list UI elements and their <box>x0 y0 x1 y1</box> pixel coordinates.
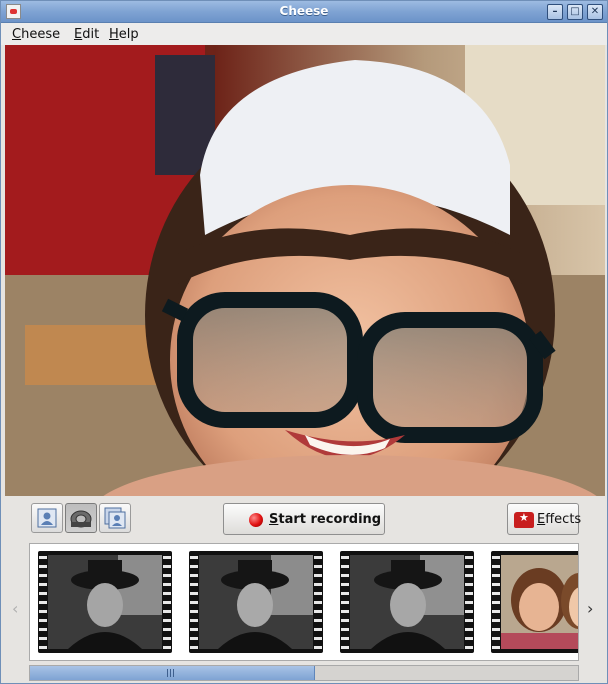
menu-cheese-mnemonic: C <box>12 27 22 42</box>
cheese-window: Cheese – □ ✕ Cheese Edit Help Start reco… <box>0 0 608 684</box>
close-icon: ✕ <box>590 6 600 17</box>
burst-photo-icon <box>104 507 126 529</box>
thumbnail-item[interactable] <box>38 551 172 653</box>
film-reel-icon <box>70 510 92 528</box>
film-perforation-left <box>39 553 47 651</box>
video-mode-button[interactable] <box>65 503 97 533</box>
close-button[interactable]: ✕ <box>587 4 603 20</box>
film-perforation-left <box>190 553 198 651</box>
menu-help[interactable]: Help <box>109 27 139 42</box>
menu-edit-mnemonic: E <box>74 27 83 42</box>
maximize-button[interactable]: □ <box>567 4 583 20</box>
thumbnail-image <box>199 555 313 649</box>
menu-help-rest: elp <box>118 27 139 42</box>
minimize-button[interactable]: – <box>547 4 563 20</box>
menu-help-mnemonic: H <box>109 27 119 42</box>
record-icon <box>249 513 263 527</box>
photo-icon <box>37 508 57 528</box>
burst-mode-button[interactable] <box>99 503 131 533</box>
filmstrip-scrollbar[interactable] <box>29 665 579 681</box>
glasses-right-lens <box>357 312 543 443</box>
thumbnail-image <box>350 555 464 649</box>
glasses-left-lens <box>177 292 363 428</box>
webcam-viewport <box>5 45 605 496</box>
wooden-step <box>25 325 165 385</box>
film-perforation-right <box>163 553 171 651</box>
menu-cheese-rest: heese <box>21 27 61 42</box>
film-perforation-right <box>465 553 473 651</box>
chevron-left-icon[interactable]: ‹ <box>12 599 18 618</box>
thumbnail-item[interactable] <box>189 551 323 653</box>
scroll-grip-icon <box>167 669 176 677</box>
chevron-right-icon[interactable]: › <box>587 599 593 618</box>
start-recording-label: Start recording <box>269 512 382 527</box>
menu-edit[interactable]: Edit <box>74 27 99 42</box>
thumbnail-filmstrip[interactable] <box>29 543 579 661</box>
film-perforation-right <box>314 553 322 651</box>
mnemonic-letter: S <box>269 512 279 527</box>
thumbnail-item[interactable] <box>491 551 578 653</box>
film-perforation-left <box>492 553 500 651</box>
effects-label: Effects <box>537 512 582 527</box>
minimize-icon: – <box>552 6 558 17</box>
thumbnail-image <box>48 555 162 649</box>
filmstrip-scrollbar-thumb[interactable] <box>30 666 315 680</box>
start-recording-button[interactable]: Start recording <box>223 503 385 535</box>
menu-cheese[interactable]: Cheese <box>12 27 60 42</box>
maximize-icon: □ <box>570 6 580 17</box>
film-perforation-left <box>341 553 349 651</box>
title-bar[interactable]: Cheese – □ ✕ <box>1 1 607 23</box>
thumbnail-item[interactable] <box>340 551 474 653</box>
capture-toolbar: Start recording Effects <box>1 497 607 541</box>
menu-edit-rest: dit <box>82 27 100 42</box>
effects-button[interactable]: Effects <box>507 503 582 535</box>
menu-bar: Cheese Edit Help <box>1 23 607 45</box>
effects-icon <box>514 511 534 528</box>
mnemonic-letter: E <box>537 512 546 527</box>
thumbnail-image <box>501 555 578 649</box>
webcam-frame <box>5 45 605 496</box>
photo-mode-button[interactable] <box>31 503 63 533</box>
window-title: Cheese <box>279 4 329 18</box>
